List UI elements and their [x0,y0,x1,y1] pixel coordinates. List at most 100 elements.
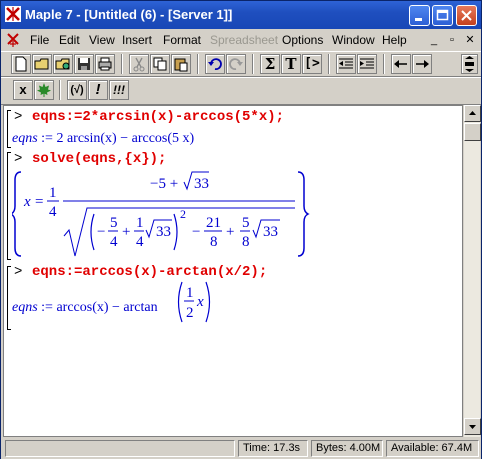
undo-button[interactable] [205,54,225,74]
mdi-restore-button[interactable]: ▫ [445,33,459,47]
output-line-1: eqns := 2 arcsin(x) − arccos(5 x) [12,131,194,147]
execution-group-bracket [7,266,11,330]
vertical-scrollbar[interactable] [463,105,481,437]
window-title: Maple 7 - [Untitled (6) - [Server 1]] [25,7,233,22]
input-command-2[interactable]: solve(eqns,{x}); [32,151,166,167]
outdent-icon [339,58,353,69]
execute-button[interactable]: ! [88,80,108,100]
close-icon [461,10,472,21]
status-bytes: Bytes: 4.00M [311,440,383,457]
solution-formula: x = 1 4 −5 + 33 − 5 4 + 1 4 33 2 − 21 8 … [12,171,310,257]
copy-button[interactable] [150,54,170,74]
open-file-button[interactable] [32,54,52,74]
menu-insert[interactable]: Insert [122,33,152,47]
menu-file[interactable]: File [30,33,49,47]
scroll-down-button[interactable] [464,418,481,435]
print-icon [98,57,112,71]
paste-button[interactable] [171,54,191,74]
forward-button[interactable] [412,54,432,74]
frac-c-num: 21 [206,215,221,231]
scissors-icon [133,57,145,72]
context-toolbar: x (√) ! !!! [1,77,481,105]
status-time: Time: 17.3s [238,440,308,457]
menu-edit[interactable]: Edit [59,33,80,47]
copy-icon [153,57,167,71]
menu-format[interactable]: Format [163,33,201,47]
back-button[interactable] [391,54,411,74]
redo-button[interactable] [226,54,246,74]
inner-radicand-2: 33 [263,224,278,240]
frac-c-den: 8 [210,234,218,250]
maple-leaf-button[interactable] [34,80,54,100]
arg-den: 2 [186,305,194,321]
frac-a-num: 5 [110,215,118,231]
numerator-text: −5 + [150,176,178,192]
input-command-3[interactable]: eqns:=arccos(x)-arctan(x/2); [32,264,267,280]
menu-help[interactable]: Help [382,33,407,47]
menu-spreadsheet[interactable]: Spreadsheet [210,33,278,47]
expression-correctness-button[interactable]: (√) [67,80,87,100]
save-button[interactable] [74,54,94,74]
prompt-marker: > [14,109,23,125]
maple-window: Maple 7 - [Untitled (6) - [Server 1]] Fi… [0,0,482,459]
output-lhs: eqns [12,131,38,146]
minimize-icon [415,18,422,21]
toolbar-separator [197,54,199,74]
term1-sign: − [97,224,105,240]
input-command-1[interactable]: eqns:=2*arcsin(x)-arccos(5*x); [32,109,284,125]
scroll-up-button[interactable] [464,105,481,122]
print-button[interactable] [95,54,115,74]
maximize-button[interactable] [432,5,453,26]
mdi-close-button[interactable]: ✕ [463,33,477,47]
indent-button[interactable] [357,54,377,74]
close-button[interactable] [456,5,477,26]
menu-bar: File Edit View Insert Format Spreadsheet… [1,29,481,51]
insert-prompt-button[interactable]: [> [302,54,322,74]
outdent-button[interactable] [336,54,356,74]
menu-view[interactable]: View [89,33,115,47]
output-rhs: := 2 arcsin(x) − arccos(5 x) [41,131,195,146]
toolbar-separator [328,54,330,74]
open-url-icon [55,58,70,70]
status-message [5,440,235,457]
title-bar: Maple 7 - [Untitled (6) - [Server 1]] [1,1,481,29]
frac-a-den: 4 [110,234,118,250]
open-url-button[interactable] [53,54,73,74]
toolbar-separator [121,54,123,74]
scroll-thumb[interactable] [464,123,481,141]
maple-app-icon[interactable] [5,6,21,22]
open-folder-icon [34,58,49,70]
plus-sign: + [122,224,130,240]
minimize-button[interactable] [409,5,430,26]
interrupt-button[interactable] [461,54,478,74]
text-input-button[interactable]: T [281,54,301,74]
convert-to-math-button[interactable]: x [13,80,33,100]
menu-options[interactable]: Options [282,33,323,47]
arg-num: 1 [186,285,194,301]
cut-button[interactable] [129,54,149,74]
save-icon [78,58,90,70]
document-system-icon[interactable] [5,32,21,48]
solution-var: x [23,194,31,210]
arrow-down-icon [469,425,476,429]
output-line-2: eqns := arccos(x) − arctan [12,300,158,316]
frac-d-num: 5 [242,215,250,231]
solution-eq: = [35,194,43,210]
toolbar-separator [59,80,61,100]
math-input-button[interactable]: Σ [260,54,280,74]
worksheet-area[interactable]: > eqns:=2*arcsin(x)-arccos(5*x); eqns :=… [3,105,463,437]
minus-sign: − [192,224,200,240]
execute-all-button[interactable]: !!! [109,80,129,100]
coef-den: 4 [49,204,57,220]
mdi-minimize-button[interactable]: _ [427,33,441,47]
execution-group-bracket [7,110,11,148]
new-file-button[interactable] [11,54,31,74]
frac-b-num: 1 [136,215,144,231]
main-toolbar: Σ T [> [1,51,481,77]
redo-icon [229,58,243,70]
output-rhs: := arccos(x) − arctan [41,300,158,315]
prompt-marker: > [14,264,23,280]
menu-window[interactable]: Window [332,33,375,47]
execution-group-bracket [7,152,11,260]
new-file-icon [15,56,27,72]
